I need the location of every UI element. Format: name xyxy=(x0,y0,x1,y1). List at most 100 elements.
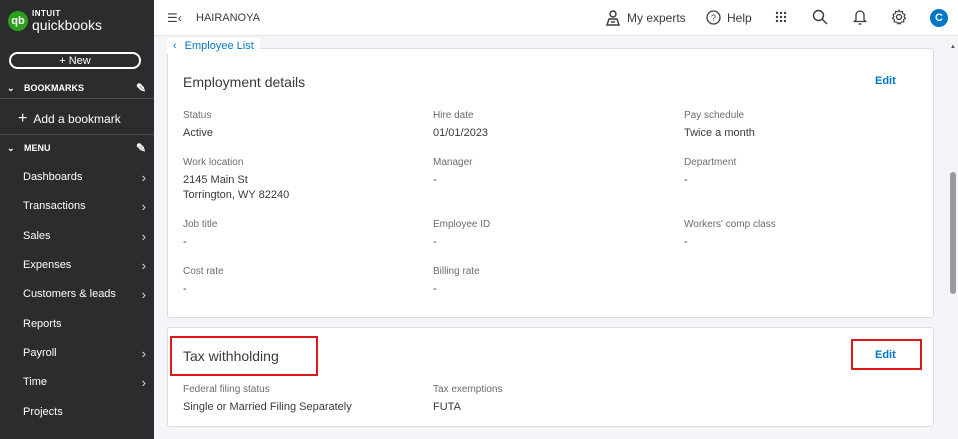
sidebar-item-label: Transactions xyxy=(23,200,86,212)
sidebar-item-label: Projects xyxy=(23,406,63,418)
employment-edit-button[interactable]: Edit xyxy=(875,75,896,87)
field-label: Cost rate xyxy=(183,266,224,277)
help-button[interactable]: ? Help xyxy=(706,10,752,25)
search-icon[interactable] xyxy=(811,8,829,26)
my-experts-button[interactable]: My experts xyxy=(606,10,686,26)
field-label: Status xyxy=(183,110,212,121)
sidebar-item-transactions[interactable]: Transactions › xyxy=(0,195,154,217)
hire-date-field: Hire date 01/01/2023 xyxy=(433,110,673,141)
field-label: Federal filing status xyxy=(183,384,270,395)
chevron-right-icon: › xyxy=(141,345,146,361)
menu-label: MENU xyxy=(24,143,51,153)
field-label: Workers' comp class xyxy=(684,219,776,230)
pencil-icon[interactable]: ✎ xyxy=(136,141,146,155)
company-name: HAIRANOYA xyxy=(196,12,260,24)
field-value: - xyxy=(433,236,437,248)
sidebar-item-dashboards[interactable]: Dashboards › xyxy=(0,166,154,188)
department-field: Department - xyxy=(684,157,924,188)
federal-filing-status-field: Federal filing status Single or Married … xyxy=(183,384,423,415)
chevron-right-icon: › xyxy=(141,286,146,302)
field-value-line1: 2145 Main St xyxy=(183,174,248,186)
expert-icon xyxy=(606,10,620,26)
user-avatar[interactable]: C xyxy=(930,9,948,27)
gear-icon[interactable] xyxy=(890,8,908,26)
scrollbar-thumb[interactable] xyxy=(950,172,956,294)
sidebar-item-label: Sales xyxy=(23,230,51,242)
field-value: - xyxy=(183,236,187,248)
field-label: Billing rate xyxy=(433,266,480,277)
billing-rate-field: Billing rate - xyxy=(433,266,673,297)
bell-icon[interactable] xyxy=(851,8,869,26)
field-label: Job title xyxy=(183,219,218,230)
cost-rate-field: Cost rate - xyxy=(183,266,423,297)
employment-details-title: Employment details xyxy=(183,74,306,90)
help-icon: ? xyxy=(706,10,721,25)
field-value: Active xyxy=(183,127,213,139)
top-bar: ☰‹ HAIRANOYA My experts ? Help C xyxy=(154,0,958,36)
menu-section-header[interactable]: ⌄ MENU ✎ xyxy=(0,138,154,158)
logo-quickbooks-text: quickbooks xyxy=(32,17,103,33)
collapse-menu-icon[interactable]: ☰‹ xyxy=(167,11,182,25)
status-field: Status Active xyxy=(183,110,423,141)
sidebar-item-projects[interactable]: Projects xyxy=(0,401,154,423)
field-label: Employee ID xyxy=(433,219,491,230)
sidebar-item-label: Time xyxy=(23,376,48,388)
employee-id-field: Employee ID - xyxy=(433,219,673,250)
bookmarks-section-header[interactable]: ⌄ BOOKMARKS ✎ xyxy=(0,78,154,98)
field-value: Single or Married Filing Separately xyxy=(183,401,352,413)
chevron-right-icon: › xyxy=(141,169,146,185)
field-label: Work location xyxy=(183,157,244,168)
sidebar-item-time[interactable]: Time › xyxy=(0,371,154,393)
bookmarks-label: BOOKMARKS xyxy=(24,83,84,93)
sidebar-item-payroll[interactable]: Payroll › xyxy=(0,342,154,364)
sidebar-item-label: Dashboards xyxy=(23,171,83,183)
my-experts-label: My experts xyxy=(627,11,686,25)
sidebar: qb INTUIT quickbooks + New ⌄ BOOKMARKS ✎… xyxy=(0,0,154,439)
field-value: 01/01/2023 xyxy=(433,127,489,139)
workers-comp-field: Workers' comp class - xyxy=(684,219,924,250)
field-value: - xyxy=(433,174,437,186)
add-bookmark-link[interactable]: + Add a bookmark xyxy=(18,110,121,128)
chevron-right-icon: › xyxy=(141,374,146,390)
apps-grid-icon[interactable] xyxy=(772,8,790,26)
field-value: FUTA xyxy=(433,401,461,413)
sidebar-item-label: Customers & leads xyxy=(23,288,116,300)
employment-details-card: Employment details Edit Status Active Hi… xyxy=(167,48,934,318)
sidebar-item-sales[interactable]: Sales › xyxy=(0,225,154,247)
pencil-icon[interactable]: ✎ xyxy=(136,81,146,95)
quickbooks-logo[interactable]: qb INTUIT quickbooks xyxy=(8,10,102,32)
sidebar-item-reports[interactable]: Reports xyxy=(0,313,154,335)
divider xyxy=(0,134,154,135)
svg-text:?: ? xyxy=(711,13,716,23)
field-value: Twice a month xyxy=(684,127,755,139)
sidebar-item-label: Payroll xyxy=(23,347,57,359)
new-button[interactable]: + New xyxy=(9,52,141,69)
breadcrumb[interactable]: ‹ Employee List xyxy=(167,38,260,54)
field-label: Manager xyxy=(433,157,473,168)
breadcrumb-employee-list[interactable]: Employee List xyxy=(185,40,254,52)
field-value-line2: Torrington, WY 82240 xyxy=(183,189,290,201)
field-value: - xyxy=(684,174,688,186)
manager-field: Manager - xyxy=(433,157,673,188)
divider xyxy=(0,98,154,99)
chevron-right-icon: › xyxy=(141,228,146,244)
field-value: - xyxy=(433,283,437,295)
field-label: Hire date xyxy=(433,110,474,121)
sidebar-item-expenses[interactable]: Expenses › xyxy=(0,254,154,276)
tax-edit-highlight xyxy=(851,339,922,370)
chevron-down-icon: ⌄ xyxy=(7,82,15,93)
sidebar-item-label: Expenses xyxy=(23,259,72,271)
chevron-right-icon: › xyxy=(141,198,146,214)
job-title-field: Job title - xyxy=(183,219,423,250)
field-label: Pay schedule xyxy=(684,110,745,121)
work-location-field: Work location 2145 Main St Torrington, W… xyxy=(183,157,423,203)
field-label: Department xyxy=(684,157,737,168)
sidebar-item-customers-leads[interactable]: Customers & leads › xyxy=(0,283,154,305)
tax-exemptions-field: Tax exemptions FUTA xyxy=(433,384,673,415)
field-value: - xyxy=(183,283,187,295)
scroll-up-arrow-icon[interactable]: ▲ xyxy=(950,44,956,50)
chevron-down-icon: ⌄ xyxy=(7,142,15,153)
tax-title-highlight xyxy=(170,336,318,376)
field-value: - xyxy=(684,236,688,248)
chevron-right-icon: › xyxy=(141,257,146,273)
